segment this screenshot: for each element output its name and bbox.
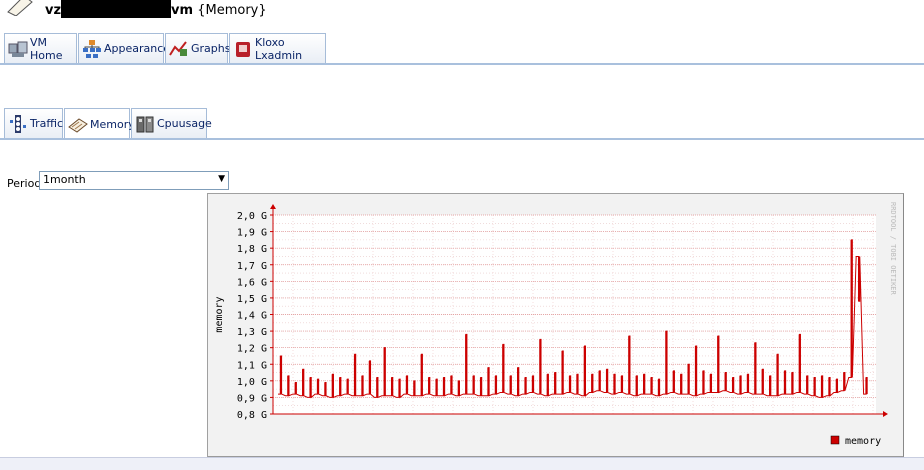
- tab-cpuusage[interactable]: Cpuusage: [131, 108, 212, 138]
- y-tick-label: 1,1 G: [237, 360, 267, 371]
- tab-label: Graphs: [191, 42, 231, 55]
- page-title: vz vm {Memory}: [45, 0, 267, 18]
- y-tick-label: 1,8 G: [237, 244, 267, 255]
- tab-label: Traffic: [30, 117, 64, 130]
- cpuusage-icon: [136, 116, 154, 132]
- legend-label: memory: [845, 436, 881, 447]
- traffic-icon: [10, 114, 26, 133]
- memory-icon: [68, 117, 88, 133]
- period-selected-value: 1month: [43, 173, 86, 186]
- tab-label: Memory: [90, 118, 135, 131]
- x-axis-arrow: [883, 411, 888, 417]
- y-tick-label: 1,9 G: [237, 228, 267, 239]
- tab-label: Kloxo Lxadmin: [255, 35, 303, 62]
- graph-tabs: Traffic Memory Cpuusage: [0, 108, 924, 140]
- tab-traffic[interactable]: Traffic: [4, 108, 63, 138]
- y-tick-label: 1,4 G: [237, 311, 267, 322]
- memory-graph: 0,8 G 0,9 G 1,0 G 1,1 G 1,2 G 1,3 G 1,4 G 1,5 G…: [207, 193, 904, 458]
- bottom-strip: [0, 457, 924, 470]
- redacted-name: [61, 0, 172, 18]
- tab-label: VM Home: [30, 35, 63, 62]
- tab-memory[interactable]: Memory: [64, 108, 135, 140]
- kloxo-icon: [236, 41, 250, 57]
- y-tick-label: 0,9 G: [237, 393, 267, 404]
- title-subtitle: {Memory}: [197, 3, 267, 18]
- tab-kloxo-lxadmin[interactable]: Kloxo Lxadmin: [229, 33, 326, 63]
- legend-swatch: [830, 435, 840, 445]
- appearance-icon: [83, 39, 101, 58]
- main-tabs: VM Home Appearance Graphs Kloxo Lxadmin: [0, 33, 924, 65]
- y-tick-label: 1,5 G: [237, 294, 267, 305]
- y-axis-label: memory: [214, 296, 225, 332]
- tab-graphs[interactable]: Graphs: [165, 33, 231, 63]
- y-tick-label: 2,0 G: [237, 211, 267, 222]
- y-tick-label: 1,6 G: [237, 277, 267, 288]
- tab-label: Appearance: [104, 42, 171, 55]
- chevron-down-icon[interactable]: ▼: [218, 174, 225, 184]
- memory-icon: [7, 0, 33, 16]
- y-tick-label: 1,7 G: [237, 261, 267, 272]
- y-tick-label: 1,3 G: [237, 327, 267, 338]
- tab-appearance[interactable]: Appearance: [78, 33, 170, 63]
- y-tick-label: 1,0 G: [237, 377, 267, 388]
- y-axis-arrow: [270, 204, 276, 209]
- tab-divider: [0, 63, 924, 65]
- tab-vm-home[interactable]: VM Home: [4, 33, 77, 63]
- period-select[interactable]: 1month ▼: [39, 171, 229, 190]
- y-tick-label: 1,2 G: [237, 344, 267, 355]
- title-bar: vz vm {Memory}: [0, 0, 924, 22]
- memory-chart: 0,8 G 0,9 G 1,0 G 1,1 G 1,2 G 1,3 G 1,4 G 1,5 G…: [214, 202, 897, 447]
- graphs-icon: [169, 40, 187, 56]
- title-suffix: vm: [171, 3, 194, 18]
- watermark: RRDTOOL / TOBI OETIKER: [889, 202, 897, 296]
- vm-home-icon: [8, 41, 28, 57]
- y-tick-label: 0,8 G: [237, 410, 267, 421]
- period-label: Period: [7, 177, 42, 190]
- tab-divider: [0, 138, 924, 140]
- title-prefix: vz: [45, 3, 62, 18]
- tab-label: Cpuusage: [157, 117, 212, 130]
